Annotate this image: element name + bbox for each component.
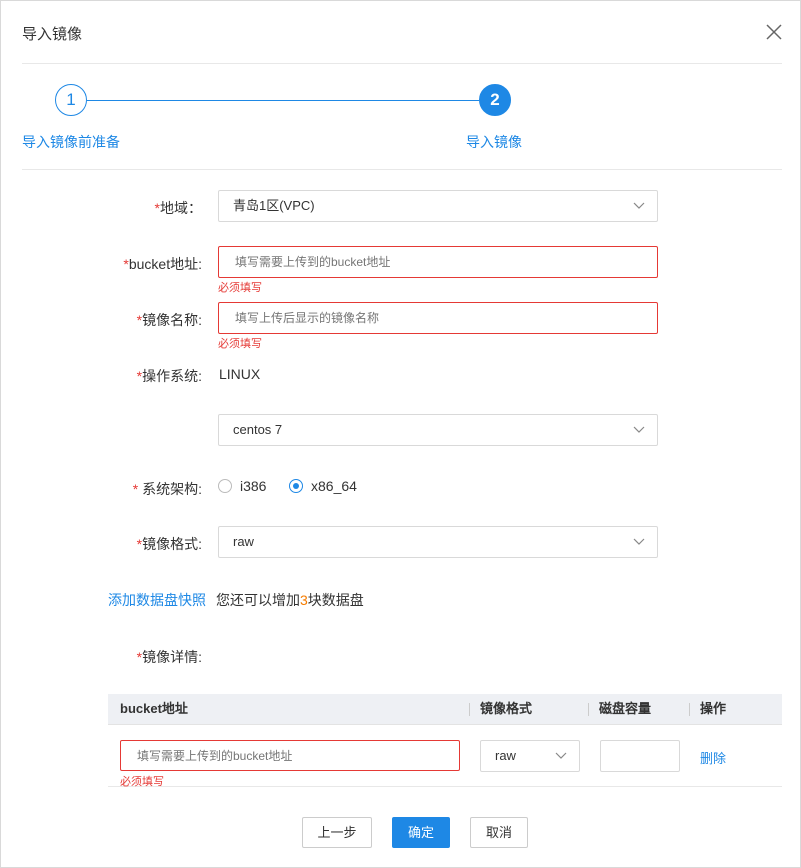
bucket-input[interactable]: [218, 246, 658, 278]
row-format-value: raw: [495, 748, 516, 763]
column-separator: [469, 703, 470, 716]
chevron-down-icon: [633, 426, 645, 433]
cancel-button[interactable]: 取消: [470, 817, 528, 848]
row-bucket-error: 必须填写: [120, 776, 164, 788]
format-label: *镜像格式:: [136, 536, 202, 552]
close-icon[interactable]: [763, 21, 785, 43]
confirm-button[interactable]: 确定: [392, 817, 450, 848]
region-value: 青岛1区(VPC): [233, 198, 315, 213]
row-format-select[interactable]: raw: [480, 740, 580, 772]
radio-unchecked-icon: [218, 479, 232, 493]
os-version-select[interactable]: centos 7: [218, 414, 658, 446]
column-separator: [588, 703, 589, 716]
step-2-indicator: 2: [479, 84, 511, 116]
region-label: *地域：: [154, 200, 202, 216]
col-capacity-header: 磁盘容量: [599, 701, 652, 716]
row-delete-link[interactable]: 删除: [700, 748, 726, 767]
prev-step-button[interactable]: 上一步: [302, 817, 372, 848]
format-select[interactable]: raw: [218, 526, 658, 558]
col-bucket-header: bucket地址: [120, 701, 188, 716]
bucket-label: *bucket地址:: [123, 256, 202, 272]
region-select[interactable]: 青岛1区(VPC): [218, 190, 658, 222]
step-1-label: 导入镜像前准备: [22, 134, 120, 150]
row-capacity-input[interactable]: [600, 740, 680, 772]
arch-option-label: i386: [240, 478, 267, 494]
details-table-header: bucket地址 镜像格式 磁盘容量 操作: [108, 694, 782, 725]
details-label: *镜像详情:: [136, 649, 202, 665]
os-version-value: centos 7: [233, 422, 283, 437]
chevron-down-icon: [633, 538, 645, 545]
image-name-error: 必须填写: [218, 338, 262, 350]
step-connector: [87, 100, 479, 101]
bucket-error: 必须填写: [218, 282, 262, 294]
format-value: raw: [233, 534, 254, 549]
data-disk-count: 3: [300, 592, 308, 608]
image-name-label: *镜像名称:: [136, 312, 202, 328]
arch-radio-x86-64[interactable]: x86_64: [289, 478, 357, 494]
add-data-disk-snapshot-link[interactable]: 添加数据盘快照: [108, 590, 206, 610]
col-format-header: 镜像格式: [480, 701, 533, 716]
os-family: LINUX: [219, 366, 261, 382]
dialog-title: 导入镜像: [22, 26, 83, 43]
image-name-input[interactable]: [218, 302, 658, 334]
chevron-down-icon: [555, 752, 567, 759]
arch-label: * 系统架构:: [132, 481, 202, 497]
header-divider: [22, 63, 782, 64]
chevron-down-icon: [633, 202, 645, 209]
col-action-header: 操作: [700, 701, 727, 716]
step-2-label: 导入镜像: [466, 134, 522, 150]
data-disk-remaining-text: 您还可以增加3块数据盘: [216, 592, 364, 608]
import-image-dialog: 导入镜像 1 2 导入镜像前准备 导入镜像 *地域： 青岛1区(VPC) *bu…: [0, 0, 801, 868]
arch-radio-i386[interactable]: i386: [218, 478, 266, 494]
step-1-indicator: 1: [55, 84, 87, 116]
row-bucket-input[interactable]: [120, 740, 460, 771]
radio-checked-icon: [289, 479, 303, 493]
steps-divider: [22, 169, 782, 170]
column-separator: [689, 703, 690, 716]
arch-option-label: x86_64: [311, 478, 357, 494]
os-label: *操作系统:: [136, 368, 202, 384]
